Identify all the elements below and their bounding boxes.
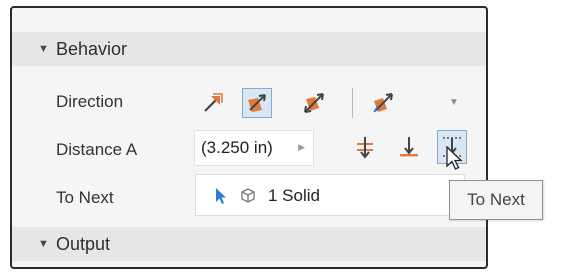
select-arrow-icon <box>216 188 226 204</box>
distance-mode-button[interactable] <box>350 132 380 162</box>
distance-flyout-arrow-icon[interactable]: ▶ <box>298 142 305 153</box>
behavior-section-header[interactable]: ▼ Behavior <box>12 32 486 66</box>
to-next-label: To Next <box>56 188 114 207</box>
distance-mode-icon <box>357 137 373 159</box>
direction-label: Direction <box>56 92 124 111</box>
distance-a-label: Distance A <box>56 140 138 159</box>
behavior-section-title: Behavior <box>56 38 128 59</box>
direction-flipped-icon <box>248 94 266 112</box>
collapse-triangle-icon: ▼ <box>38 43 49 55</box>
through-all-icon <box>400 137 418 157</box>
output-section-header[interactable]: ▼ Output <box>12 227 486 261</box>
properties-panel: ▼ Behavior Direction ▼ Distance A (3.250… <box>10 6 488 269</box>
direction-symmetric-icon <box>304 93 324 113</box>
direction-default-icon <box>204 93 223 112</box>
to-next-selection-field[interactable]: 1 Solid <box>195 174 465 216</box>
collapse-triangle-icon: ▼ <box>38 238 49 250</box>
solid-body-icon <box>241 188 255 203</box>
direction-default-button[interactable] <box>198 88 228 118</box>
selection-count-text: 1 Solid <box>268 186 320 205</box>
direction-flipped-button[interactable] <box>242 88 272 118</box>
distance-a-input[interactable]: (3.250 in) ▶ <box>194 130 314 166</box>
direction-symmetric-button[interactable] <box>299 88 329 118</box>
direction-asymmetric-icon <box>373 93 393 113</box>
distance-a-value: (3.250 in) <box>201 138 273 157</box>
mouse-pointer-icon <box>446 146 463 170</box>
panel-resize-grip[interactable] <box>252 267 282 269</box>
toolbar-separator <box>352 88 353 118</box>
through-all-button[interactable] <box>394 132 424 162</box>
direction-asymmetric-button[interactable] <box>368 88 398 118</box>
output-section-title: Output <box>56 233 111 254</box>
direction-dropdown-arrow-icon[interactable]: ▼ <box>449 97 459 108</box>
to-next-tooltip: To Next <box>449 180 543 220</box>
